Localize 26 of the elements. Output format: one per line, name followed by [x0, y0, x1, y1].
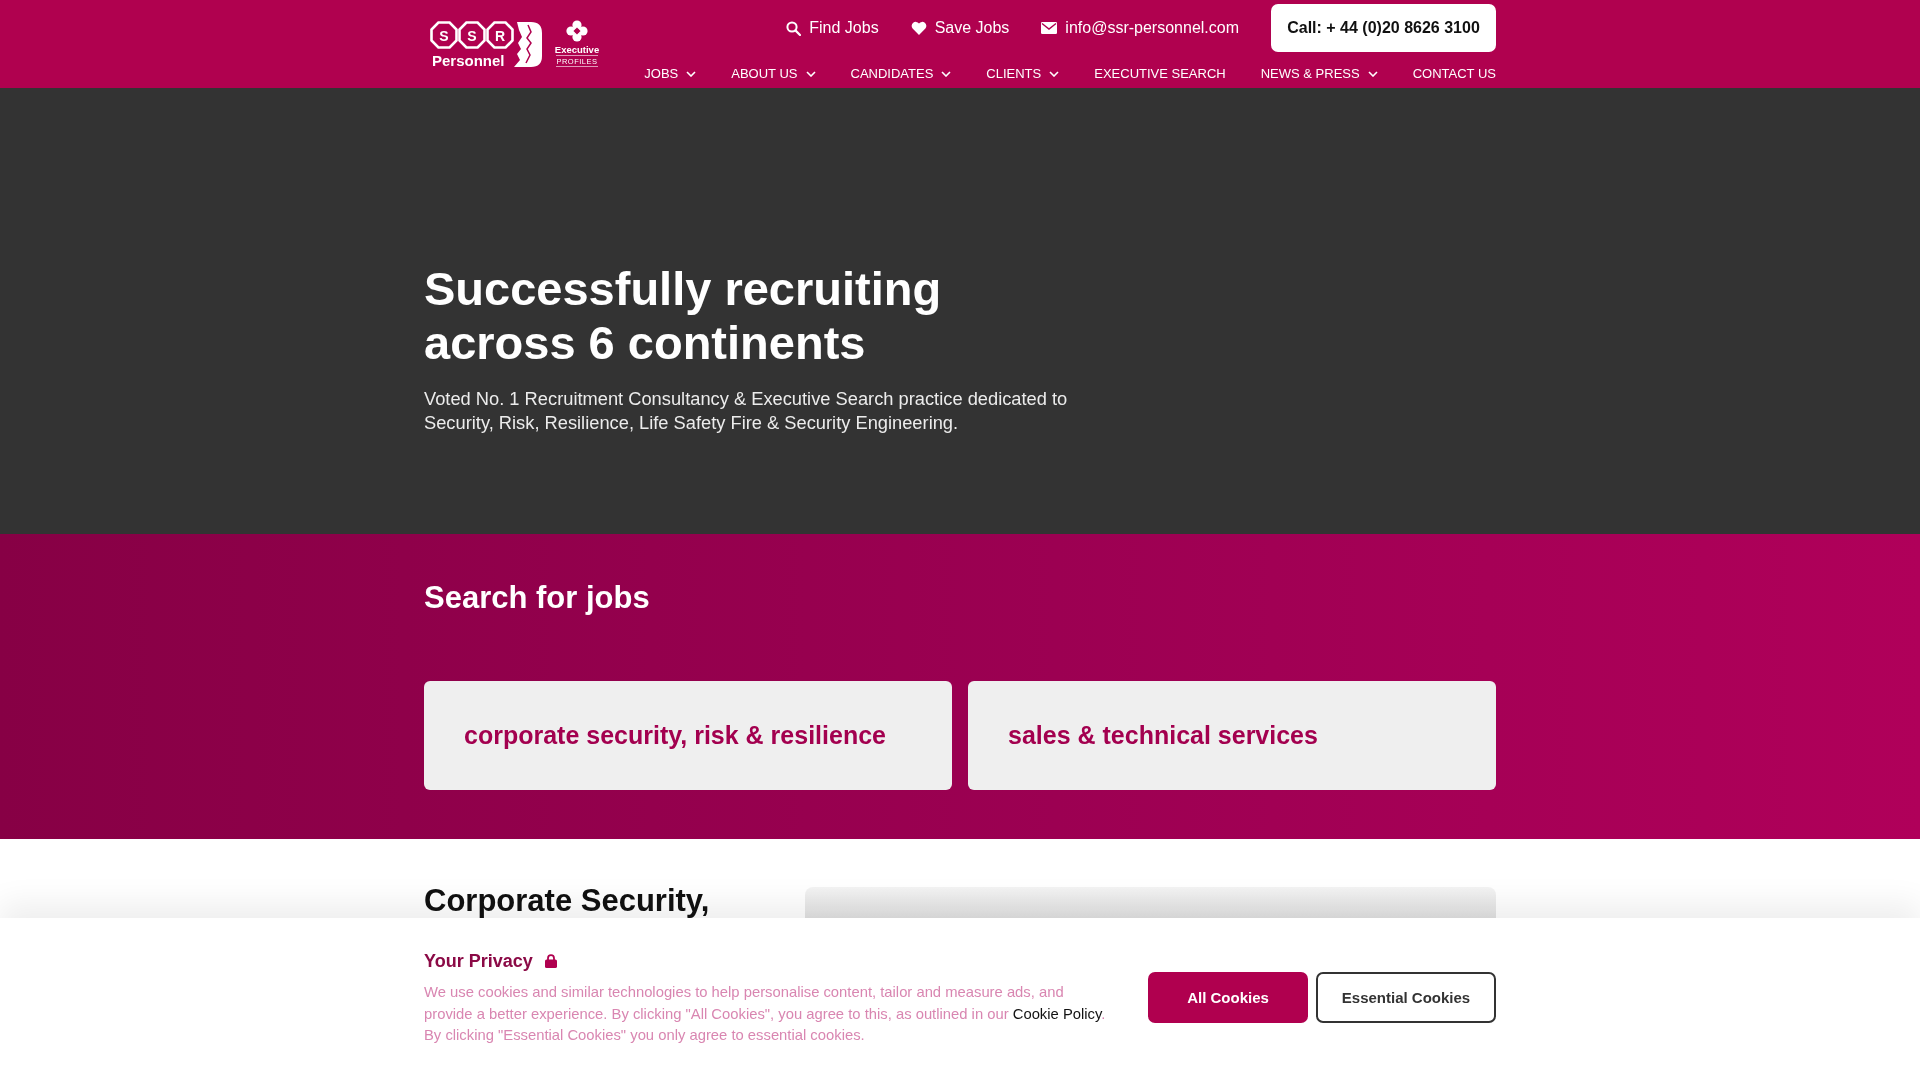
cookie-consent-button[interactable]: Essential Cookies [1316, 972, 1496, 1024]
call-button[interactable]: Call: + 44 (0)20 8626 3100 [1271, 4, 1496, 52]
section-heading: Search for jobs [424, 579, 651, 617]
job-category-card[interactable]: corporate security, risk & resilience [424, 681, 952, 790]
nav-menu-item[interactable]: CANDIDATES [850, 64, 952, 84]
job-category-card[interactable]: sales & technical services [968, 681, 1496, 790]
utility-link[interactable]: info@ssr-personnel.com [1041, 19, 1239, 37]
hero-subtitle: Voted No. 1 Recruitment Consultancy & Executive Search practice dedicated to Security, Risk, Resilience, Life Safety Fire & Security Engineering. [424, 387, 1069, 435]
nav-menu-item[interactable]: CONTACT US [1412, 64, 1496, 84]
privacy-title: Your Privacy [424, 950, 533, 973]
utility-link[interactable]: Find Jobs [786, 19, 879, 37]
envelope-icon [1041, 22, 1058, 34]
cookie-consent-button[interactable]: All Cookies [1148, 972, 1308, 1024]
ssr-personnel-logo[interactable]: S S R Personnel [430, 20, 542, 68]
hero-heading: Successfully recruiting across 6 continents [424, 262, 943, 370]
section-heading: Corporate Security, [424, 883, 711, 918]
nav-menu-item[interactable]: CLIENTS [986, 64, 1060, 84]
heart-icon [910, 21, 927, 35]
lock-icon [544, 954, 557, 968]
nav-menu-item[interactable]: EXECUTIVE SEARCH [1094, 64, 1226, 84]
cookie-notice-text: We use cookies and similar technologies to help personalise content, tailor and measure ads, and provide a better experience. By clicking "All Cookies", you agree to this, as outlined in our Cookie Policy. By clicking "Essential Cookies" you only agree to essential cookies. [424, 983, 1107, 1045]
utility-link[interactable]: Save Jobs [910, 19, 1010, 37]
nav-menu-item[interactable]: JOBS [644, 64, 697, 84]
nav-menu-item[interactable]: NEWS & PRESS [1260, 64, 1378, 84]
nav-menu-item[interactable]: ABOUT US [731, 64, 816, 84]
search-icon [786, 20, 802, 36]
